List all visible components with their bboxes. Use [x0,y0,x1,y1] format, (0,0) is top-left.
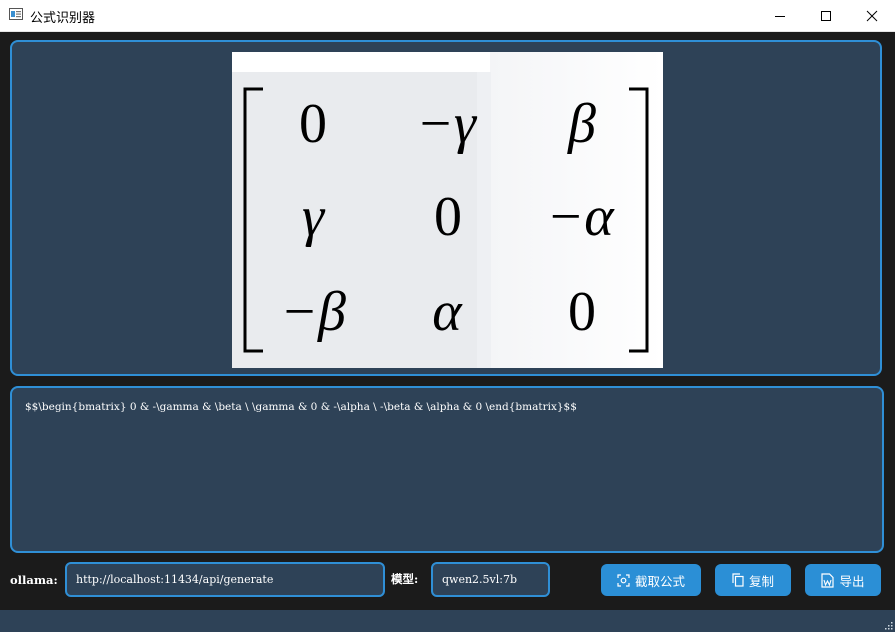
matrix-render: 0 −γ β γ 0 −α −β α 0 [232,52,663,368]
matrix-cell: 0 [434,186,462,248]
maximize-button[interactable] [803,0,849,31]
copy-icon [732,573,744,587]
app-icon [9,8,23,20]
main-content: 0 −γ β γ 0 −α −β α 0 $$\begin{bmatrix} 0… [0,32,895,610]
title-bar[interactable]: 公式识别器 [0,0,895,32]
status-bar [0,610,895,632]
latex-output-text[interactable]: $$\begin{bmatrix} 0 & -\gamma & \beta \ … [25,401,577,413]
capture-formula-button[interactable]: 截取公式 [601,564,701,596]
matrix-cell: −β [280,281,346,343]
model-input[interactable] [431,562,550,597]
capture-formula-label: 截取公式 [634,573,685,589]
resize-grip-icon[interactable] [883,620,893,630]
close-icon [866,10,878,21]
matrix-cell: α [432,281,463,343]
formula-image: 0 −γ β γ 0 −α −β α 0 [232,52,663,368]
matrix-cell: 0 [299,93,327,155]
maximize-icon [821,10,831,21]
minimize-button[interactable] [757,0,803,31]
matrix-cell: 0 [568,281,596,343]
app-window: 公式识别器 0 −γ β γ 0 −α −β α 0 $$\begin{bmat… [0,0,895,632]
ollama-url-input[interactable] [65,562,385,597]
word-document-icon [821,572,835,588]
ollama-label: ollama: [10,573,58,587]
matrix-cell: β [567,93,596,155]
window-title: 公式识别器 [30,11,96,26]
minimize-icon [775,15,785,17]
export-label: 导出 [839,573,865,589]
formula-image-panel: 0 −γ β γ 0 −α −β α 0 [10,40,882,376]
latex-output-panel[interactable]: $$\begin{bmatrix} 0 & -\gamma & \beta \ … [10,386,884,553]
close-button[interactable] [849,0,895,31]
screenshot-icon [617,573,630,587]
copy-button[interactable]: 复制 [715,564,791,596]
export-button[interactable]: 导出 [805,564,881,596]
copy-label: 复制 [748,573,774,589]
model-label: 模型: [391,572,419,586]
matrix-cell: −α [546,186,615,248]
matrix-cell: −γ [416,93,478,155]
matrix-cell: γ [302,186,326,248]
